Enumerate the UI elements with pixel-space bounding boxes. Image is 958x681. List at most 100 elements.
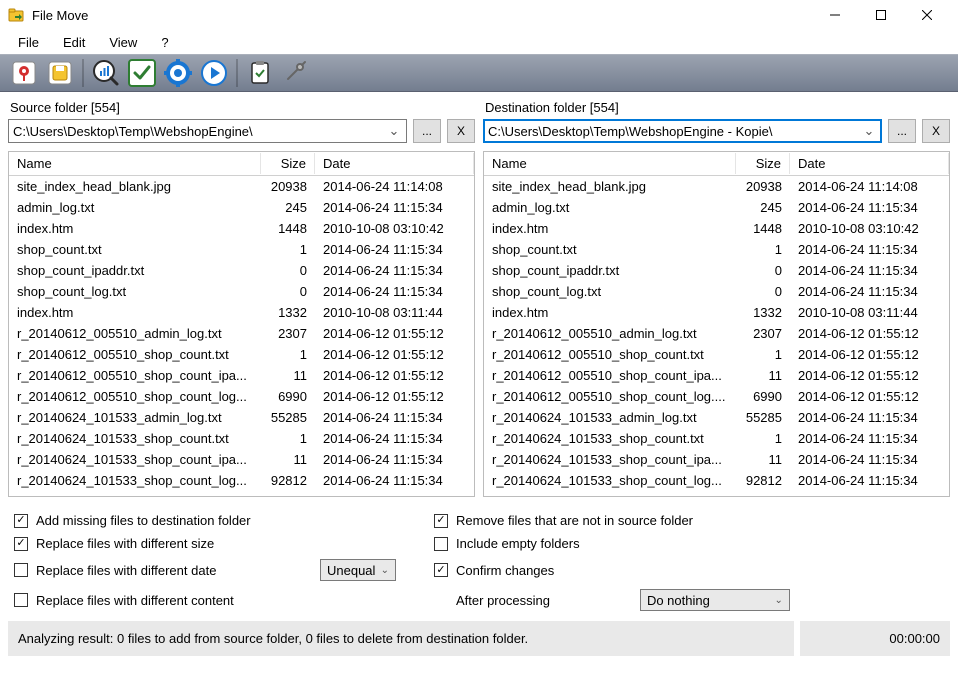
- source-path-combo[interactable]: ⌄: [8, 119, 407, 143]
- toolbar-gear-button[interactable]: [162, 57, 194, 89]
- maximize-button[interactable]: [858, 0, 904, 30]
- toolbar-separator: [236, 59, 238, 87]
- table-row[interactable]: r_20140624_101533_shop_count_ipa...11201…: [484, 449, 949, 470]
- table-row[interactable]: admin_log.txt2452014-06-24 11:15:34: [9, 197, 474, 218]
- destination-grid-header: Name Size Date: [484, 152, 949, 176]
- window-title: File Move: [32, 8, 812, 23]
- chevron-down-icon[interactable]: ⌄: [861, 123, 877, 139]
- replace-content-checkbox[interactable]: Replace files with different content: [14, 593, 234, 608]
- table-row[interactable]: shop_count_ipaddr.txt02014-06-24 11:15:3…: [9, 260, 474, 281]
- after-processing-value: Do nothing: [647, 593, 710, 608]
- replace-size-checkbox[interactable]: Replace files with different size: [14, 536, 214, 551]
- file-size: 11: [261, 452, 315, 467]
- column-size[interactable]: Size: [261, 153, 315, 174]
- replace-date-checkbox[interactable]: Replace files with different date: [14, 563, 314, 578]
- table-row[interactable]: index.htm14482010-10-08 03:10:42: [484, 218, 949, 239]
- source-path-input[interactable]: [13, 124, 386, 139]
- table-row[interactable]: r_20140624_101533_shop_count_ipa...11201…: [9, 449, 474, 470]
- source-grid-body[interactable]: site_index_head_blank.jpg209382014-06-24…: [9, 176, 474, 496]
- chevron-down-icon[interactable]: ⌄: [386, 123, 402, 139]
- destination-clear-button[interactable]: X: [922, 119, 950, 143]
- table-row[interactable]: r_20140612_005510_shop_count.txt12014-06…: [9, 344, 474, 365]
- toolbar-pin-button[interactable]: [8, 57, 40, 89]
- file-date: 2014-06-24 11:15:34: [790, 410, 949, 425]
- table-row[interactable]: shop_count_log.txt02014-06-24 11:15:34: [484, 281, 949, 302]
- table-row[interactable]: r_20140624_101533_shop_count_log...92812…: [484, 470, 949, 491]
- table-row[interactable]: r_20140612_005510_shop_count_log...69902…: [9, 386, 474, 407]
- confirm-changes-checkbox[interactable]: Confirm changes: [434, 563, 554, 578]
- toolbar-play-button[interactable]: [198, 57, 230, 89]
- column-size[interactable]: Size: [736, 153, 790, 174]
- add-missing-checkbox[interactable]: Add missing files to destination folder: [14, 513, 251, 528]
- table-row[interactable]: r_20140624_101533_admin_log.txt552852014…: [484, 407, 949, 428]
- source-clear-button[interactable]: X: [447, 119, 475, 143]
- date-mode-combo[interactable]: Unequal ⌄: [320, 559, 396, 581]
- destination-grid-body[interactable]: site_index_head_blank.jpg209382014-06-24…: [484, 176, 949, 496]
- file-name: r_20140624_101533_shop_count_ipa...: [9, 452, 261, 467]
- toolbar-check-button[interactable]: [126, 57, 158, 89]
- toolbar-analyze-button[interactable]: [90, 57, 122, 89]
- table-row[interactable]: shop_count.txt12014-06-24 11:15:34: [9, 239, 474, 260]
- source-browse-button[interactable]: ...: [413, 119, 441, 143]
- close-button[interactable]: [904, 0, 950, 30]
- toolbar-settings-button[interactable]: [280, 57, 312, 89]
- toolbar-clipboard-button[interactable]: [244, 57, 276, 89]
- table-row[interactable]: r_20140624_101533_admin_log.txt552852014…: [9, 407, 474, 428]
- file-size: 11: [736, 368, 790, 383]
- after-processing-combo[interactable]: Do nothing ⌄: [640, 589, 790, 611]
- file-date: 2010-10-08 03:11:44: [315, 305, 474, 320]
- minimize-button[interactable]: [812, 0, 858, 30]
- toolbar-save-button[interactable]: [44, 57, 76, 89]
- table-row[interactable]: r_20140612_005510_shop_count_ipa...11201…: [9, 365, 474, 386]
- menu-edit[interactable]: Edit: [53, 33, 95, 52]
- table-row[interactable]: r_20140612_005510_shop_count_log....6990…: [484, 386, 949, 407]
- menu-file[interactable]: File: [8, 33, 49, 52]
- table-row[interactable]: site_index_head_blank.jpg209382014-06-24…: [484, 176, 949, 197]
- column-date[interactable]: Date: [315, 153, 474, 174]
- file-grids: Name Size Date site_index_head_blank.jpg…: [0, 145, 958, 503]
- table-row[interactable]: r_20140624_101533_shop_count_log...92812…: [9, 470, 474, 491]
- table-row[interactable]: admin_log.txt2452014-06-24 11:15:34: [484, 197, 949, 218]
- table-row[interactable]: index.htm13322010-10-08 03:11:44: [9, 302, 474, 323]
- file-name: r_20140624_101533_shop_count_ipa...: [484, 452, 736, 467]
- column-date[interactable]: Date: [790, 153, 949, 174]
- file-date: 2014-06-12 01:55:12: [790, 326, 949, 341]
- file-name: r_20140612_005510_shop_count_log....: [484, 389, 736, 404]
- table-row[interactable]: r_20140624_101533_shop_count.txt12014-06…: [9, 428, 474, 449]
- file-name: r_20140624_101533_shop_count_log...: [9, 473, 261, 488]
- file-name: index.htm: [484, 305, 736, 320]
- destination-path-combo[interactable]: ⌄: [483, 119, 882, 143]
- table-row[interactable]: index.htm14482010-10-08 03:10:42: [9, 218, 474, 239]
- file-size: 55285: [736, 410, 790, 425]
- include-empty-checkbox[interactable]: Include empty folders: [434, 536, 580, 551]
- file-name: shop_count.txt: [484, 242, 736, 257]
- destination-browse-button[interactable]: ...: [888, 119, 916, 143]
- table-row[interactable]: site_index_head_blank.jpg209382014-06-24…: [9, 176, 474, 197]
- file-date: 2014-06-24 11:15:34: [315, 200, 474, 215]
- file-name: r_20140612_005510_shop_count.txt: [484, 347, 736, 362]
- menu-help[interactable]: ?: [151, 33, 178, 52]
- file-date: 2014-06-12 01:55:12: [790, 368, 949, 383]
- destination-panel: Destination folder [554] ⌄ ... X: [483, 98, 950, 143]
- table-row[interactable]: r_20140624_101533_shop_count.txt12014-06…: [484, 428, 949, 449]
- table-row[interactable]: shop_count_log.txt02014-06-24 11:15:34: [9, 281, 474, 302]
- column-name[interactable]: Name: [484, 153, 736, 174]
- table-row[interactable]: r_20140612_005510_shop_count.txt12014-06…: [484, 344, 949, 365]
- file-size: 0: [261, 284, 315, 299]
- file-size: 1: [736, 347, 790, 362]
- path-panels: Source folder [554] ⌄ ... X Destination …: [0, 92, 958, 145]
- table-row[interactable]: index.htm13322010-10-08 03:11:44: [484, 302, 949, 323]
- file-size: 55285: [261, 410, 315, 425]
- table-row[interactable]: r_20140612_005510_admin_log.txt23072014-…: [484, 323, 949, 344]
- menu-view[interactable]: View: [99, 33, 147, 52]
- destination-path-input[interactable]: [488, 124, 861, 139]
- table-row[interactable]: r_20140612_005510_shop_count_ipa...11201…: [484, 365, 949, 386]
- table-row[interactable]: shop_count.txt12014-06-24 11:15:34: [484, 239, 949, 260]
- remove-not-in-source-checkbox[interactable]: Remove files that are not in source fold…: [434, 513, 693, 528]
- file-size: 11: [261, 368, 315, 383]
- file-name: shop_count_ipaddr.txt: [484, 263, 736, 278]
- table-row[interactable]: r_20140612_005510_admin_log.txt23072014-…: [9, 323, 474, 344]
- column-name[interactable]: Name: [9, 153, 261, 174]
- status-time: 00:00:00: [800, 621, 950, 656]
- table-row[interactable]: shop_count_ipaddr.txt02014-06-24 11:15:3…: [484, 260, 949, 281]
